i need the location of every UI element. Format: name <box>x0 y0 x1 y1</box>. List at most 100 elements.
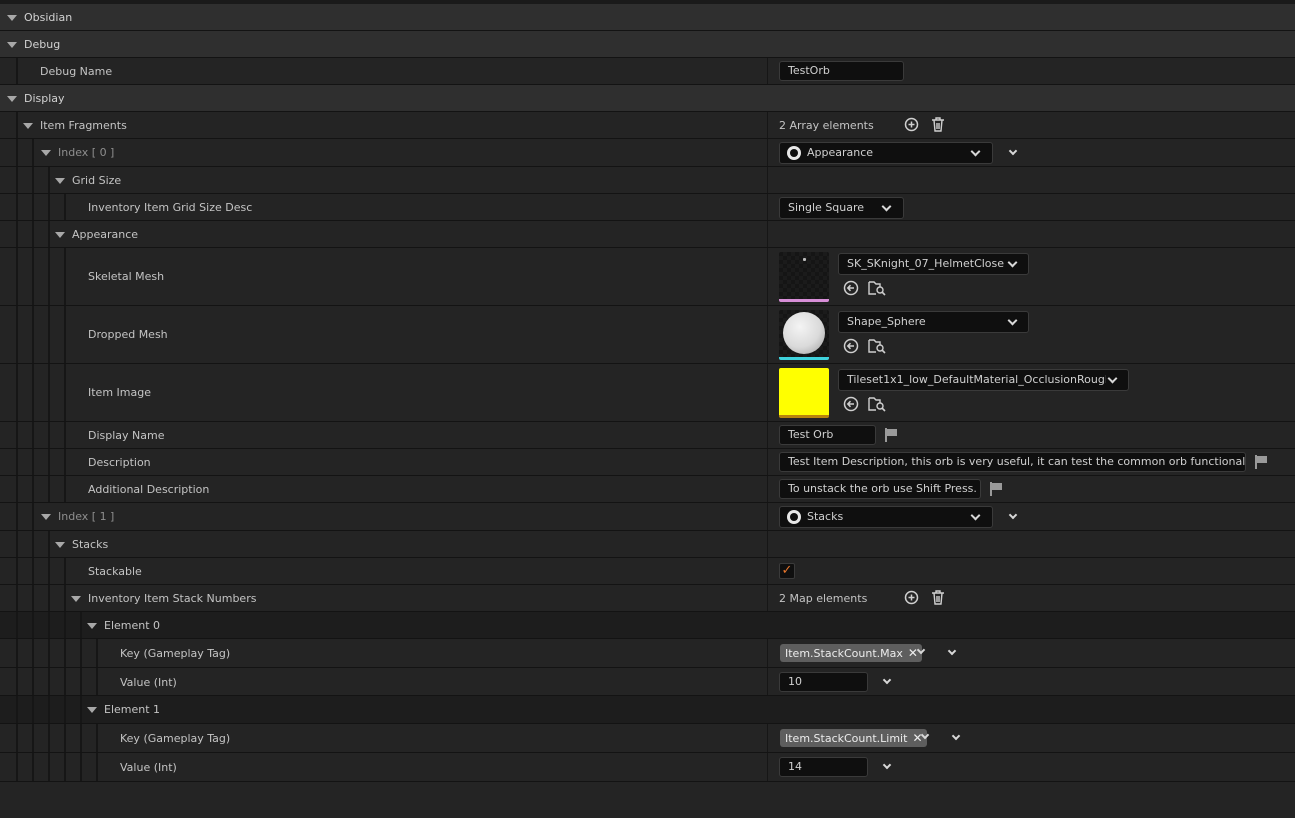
flag-icon[interactable] <box>1254 455 1268 469</box>
column-divider[interactable] <box>767 449 768 475</box>
chevron-down-icon[interactable] <box>951 731 961 741</box>
column-divider[interactable] <box>767 531 768 557</box>
indent-guide <box>16 221 18 247</box>
chevron-down-icon[interactable] <box>1008 510 1018 520</box>
column-divider[interactable] <box>767 422 768 448</box>
gameplay-tag-chip[interactable]: Item.StackCount.Limit ✕ <box>780 729 927 747</box>
column-divider[interactable] <box>767 585 768 611</box>
chevron-down-icon[interactable] <box>882 760 892 770</box>
flag-icon[interactable] <box>989 482 1003 496</box>
column-divider[interactable] <box>767 221 768 247</box>
expand-arrow-icon[interactable] <box>55 232 65 238</box>
indent-guide <box>16 476 18 502</box>
expand-arrow-icon[interactable] <box>7 42 17 48</box>
use-selected-asset-icon[interactable] <box>843 280 859 299</box>
column-divider[interactable] <box>767 724 768 752</box>
column-divider[interactable] <box>767 194 768 220</box>
indent-guide <box>48 696 50 723</box>
expand-arrow-icon[interactable] <box>87 623 97 629</box>
item-image-asset-dropdown[interactable]: Tileset1x1_low_DefaultMaterial_Occlusion… <box>838 369 1129 391</box>
description-input[interactable]: Test Item Description, this orb is very … <box>779 452 1246 472</box>
column-divider[interactable] <box>767 167 768 193</box>
close-icon[interactable]: ✕ <box>908 644 918 662</box>
indent-guide <box>32 221 34 247</box>
column-divider[interactable] <box>767 248 768 305</box>
chevron-down-icon <box>970 146 981 157</box>
fragment-class-dropdown[interactable]: Appearance <box>779 142 993 164</box>
flag-icon[interactable] <box>884 428 898 442</box>
browse-asset-icon[interactable] <box>868 396 886 415</box>
int-value-input[interactable]: 10 <box>779 672 868 692</box>
stackable-checkbox[interactable]: ✓ <box>779 563 795 579</box>
display-name-input[interactable]: Test Orb <box>779 425 876 445</box>
gameplay-tag-chip[interactable]: Item.StackCount.Max ✕ <box>780 644 922 662</box>
map-element-1: Element 1 <box>0 696 1295 724</box>
indent-guide <box>48 753 50 781</box>
use-selected-asset-icon[interactable] <box>843 338 859 357</box>
indent-guide <box>48 422 50 448</box>
browse-asset-icon[interactable] <box>868 338 886 357</box>
dropped-mesh-thumbnail[interactable] <box>779 310 829 360</box>
expand-arrow-icon[interactable] <box>7 96 17 102</box>
category-obsidian[interactable]: Obsidian <box>0 4 1295 31</box>
column-divider[interactable] <box>767 503 768 530</box>
indent-guide <box>16 639 18 667</box>
expand-arrow-icon[interactable] <box>41 150 51 156</box>
chevron-down-icon[interactable] <box>947 646 957 656</box>
category-display[interactable]: Display <box>0 85 1295 112</box>
skeletal-mesh-asset-dropdown[interactable]: SK_SKnight_07_HelmetClose <box>838 253 1029 275</box>
chevron-down-icon[interactable] <box>882 675 892 685</box>
add-element-icon[interactable] <box>904 590 919 608</box>
delete-all-icon[interactable] <box>931 590 945 608</box>
expand-arrow-icon[interactable] <box>23 123 33 129</box>
int-value-input[interactable]: 14 <box>779 757 868 777</box>
indent-guide <box>32 612 34 638</box>
column-divider[interactable] <box>767 558 768 584</box>
indent-guide <box>64 476 66 502</box>
additional-description-input[interactable]: To unstack the orb use Shift Press. <box>779 479 981 499</box>
column-divider[interactable] <box>767 668 768 695</box>
expand-arrow-icon[interactable] <box>71 596 81 602</box>
indent-guide <box>80 696 82 723</box>
column-divider[interactable] <box>767 112 768 138</box>
indent-guide <box>80 753 82 781</box>
indent-guide <box>80 639 82 667</box>
expand-arrow-icon[interactable] <box>87 707 97 713</box>
expand-arrow-icon[interactable] <box>55 178 65 184</box>
indent-guide <box>16 306 18 363</box>
column-divider[interactable] <box>767 58 768 84</box>
dropped-mesh-asset-dropdown[interactable]: Shape_Sphere <box>838 311 1029 333</box>
expand-arrow-icon[interactable] <box>55 542 65 548</box>
add-element-icon[interactable] <box>904 117 919 135</box>
use-selected-asset-icon[interactable] <box>843 396 859 415</box>
indent-guide <box>48 612 50 638</box>
column-divider[interactable] <box>767 306 768 363</box>
expand-arrow-icon[interactable] <box>7 15 17 21</box>
property-row-additional-description: Additional Description To unstack the or… <box>0 476 1295 503</box>
column-divider[interactable] <box>767 139 768 166</box>
property-label: Skeletal Mesh <box>88 270 165 283</box>
column-divider[interactable] <box>767 364 768 421</box>
fragment-class-dropdown[interactable]: Stacks <box>779 506 993 528</box>
close-icon[interactable]: ✕ <box>912 729 922 747</box>
grid-size-dropdown[interactable]: Single Square <box>779 197 904 219</box>
indent-guide <box>48 364 50 421</box>
browse-asset-icon[interactable] <box>868 280 886 299</box>
property-label: Key (Gameplay Tag) <box>120 647 231 660</box>
expand-arrow-icon[interactable] <box>41 514 51 520</box>
column-divider[interactable] <box>767 753 768 781</box>
item-image-thumbnail[interactable] <box>779 368 829 418</box>
column-divider[interactable] <box>767 476 768 502</box>
debug-name-input[interactable]: TestOrb <box>779 61 904 81</box>
property-label: Value (Int) <box>120 676 177 689</box>
column-divider[interactable] <box>767 639 768 667</box>
property-label: Stacks <box>72 538 109 551</box>
category-debug[interactable]: Debug <box>0 31 1295 58</box>
delete-all-icon[interactable] <box>931 117 945 135</box>
chevron-down-icon[interactable] <box>1008 146 1018 156</box>
indent-guide <box>32 503 34 530</box>
skeletal-mesh-thumbnail[interactable] <box>779 252 829 302</box>
indent-guide <box>64 724 66 752</box>
indent-guide <box>32 167 34 193</box>
indent-guide <box>48 476 50 502</box>
